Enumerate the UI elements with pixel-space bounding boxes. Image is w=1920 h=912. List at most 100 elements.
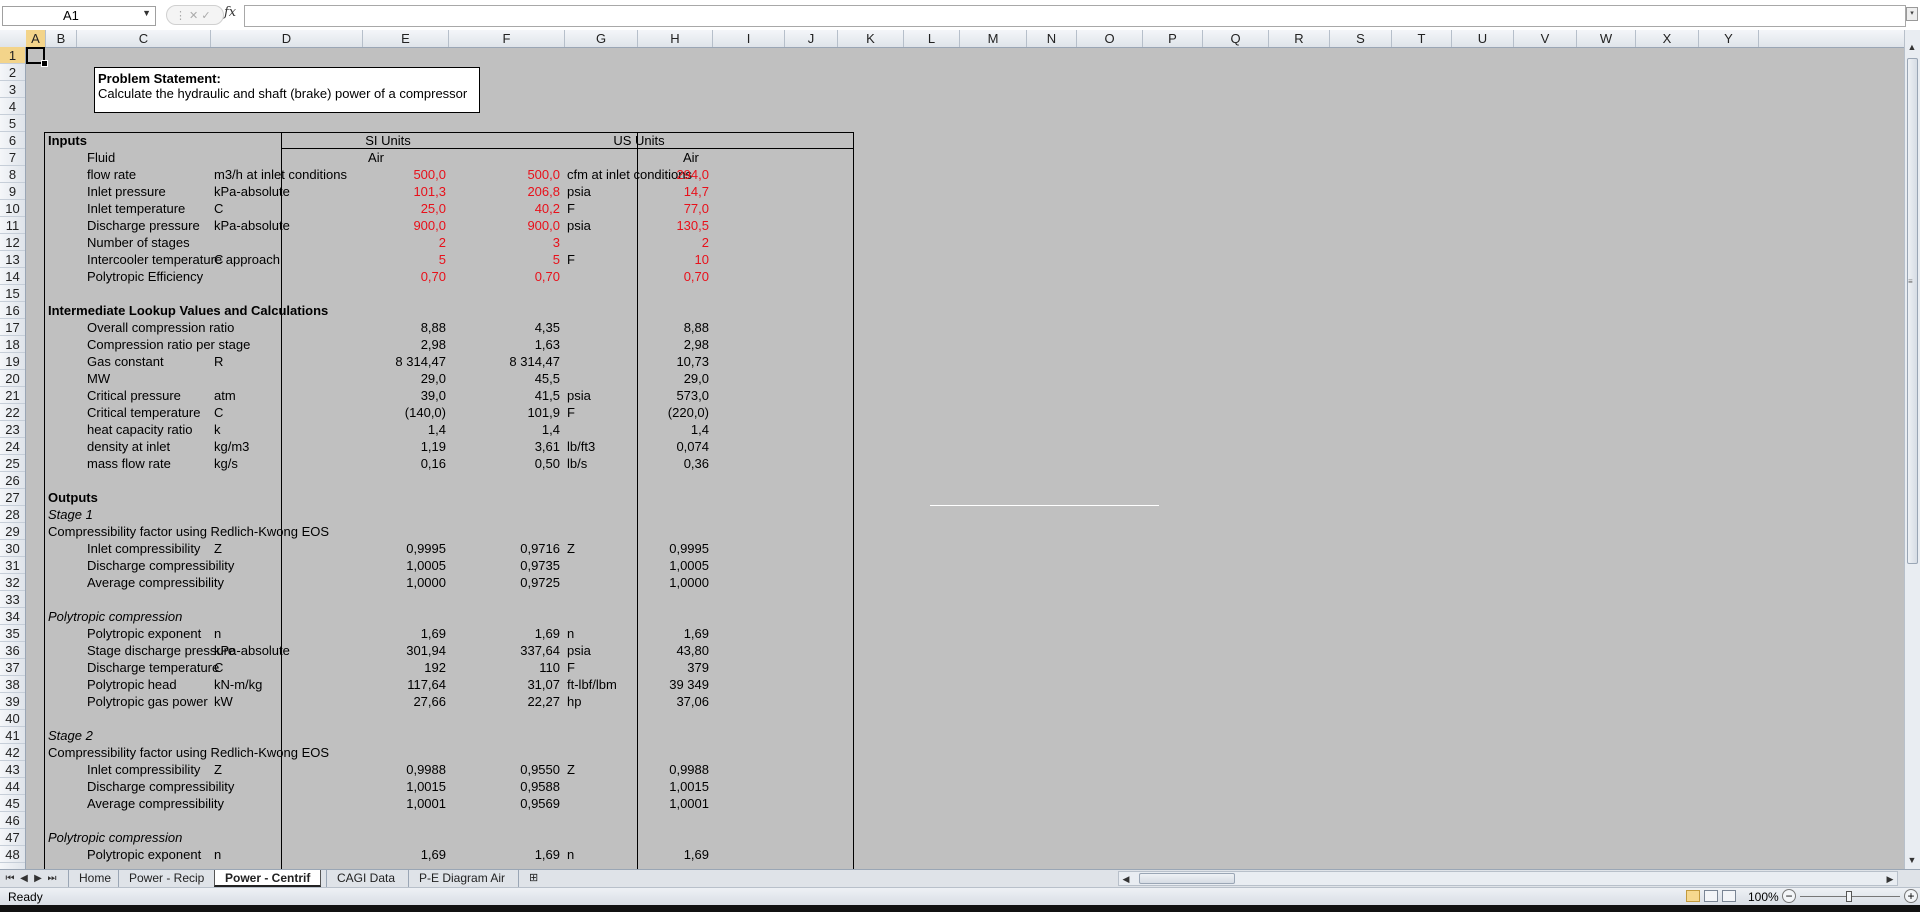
row-header-48[interactable]: 48 [0,846,25,863]
row-header-28[interactable]: 28 [0,506,25,523]
fx-icon[interactable]: fx [224,5,236,20]
row-header-41[interactable]: 41 [0,727,25,744]
normal-view-icon[interactable] [1686,890,1700,902]
prev-sheet-icon[interactable]: ◀ [18,871,30,887]
column-header-d[interactable]: D [211,30,363,47]
row-header-36[interactable]: 36 [0,642,25,659]
zoom-in-icon[interactable]: + [1904,889,1918,903]
row-header-24[interactable]: 24 [0,438,25,455]
row-header-5[interactable]: 5 [0,115,25,132]
row-header-43[interactable]: 43 [0,761,25,778]
formula-input[interactable] [244,5,1906,27]
scroll-up-icon[interactable]: ▲ [1905,40,1919,54]
column-header-x[interactable]: X [1636,30,1699,47]
column-header-i[interactable]: I [713,30,785,47]
row-header-12[interactable]: 12 [0,234,25,251]
row-header-44[interactable]: 44 [0,778,25,795]
column-header-l[interactable]: L [904,30,960,47]
row-header-7[interactable]: 7 [0,149,25,166]
row-header-3[interactable]: 3 [0,81,25,98]
row-header-13[interactable]: 13 [0,251,25,268]
sheet-tab-power-centrif[interactable]: Power - Centrif [214,870,322,887]
row-header-40[interactable]: 40 [0,710,25,727]
column-header-y[interactable]: Y [1699,30,1759,47]
next-sheet-icon[interactable]: ▶ [32,871,44,887]
column-header-o[interactable]: O [1077,30,1143,47]
horizontal-scroll-thumb[interactable] [1139,873,1235,884]
row-header-6[interactable]: 6 [0,132,25,149]
formula-bar-controls[interactable]: ⋮ ✕ ✓ [166,5,224,25]
name-box[interactable]: A1 ▼ [2,6,156,26]
column-header-q[interactable]: Q [1203,30,1269,47]
column-header-c[interactable]: C [77,30,211,47]
expand-formula-bar-icon[interactable]: ▾ [1906,7,1918,21]
sheet-tab-home[interactable]: Home [68,870,121,887]
row-header-4[interactable]: 4 [0,98,25,115]
row-header-33[interactable]: 33 [0,591,25,608]
chevron-down-icon[interactable]: ▼ [142,8,151,18]
fill-handle[interactable] [41,60,48,67]
column-header-a[interactable]: A [26,30,46,47]
column-header-j[interactable]: J [785,30,838,47]
row-header-45[interactable]: 45 [0,795,25,812]
row-header-30[interactable]: 30 [0,540,25,557]
row-header-17[interactable]: 17 [0,319,25,336]
problem-statement-textbox[interactable]: Problem Statement: Calculate the hydraul… [94,67,480,113]
column-header-p[interactable]: P [1143,30,1203,47]
column-header-r[interactable]: R [1269,30,1330,47]
column-header-v[interactable]: V [1514,30,1577,47]
row-header-9[interactable]: 9 [0,183,25,200]
column-header-e[interactable]: E [363,30,449,47]
row-header-21[interactable]: 21 [0,387,25,404]
row-header-42[interactable]: 42 [0,744,25,761]
worksheet-grid[interactable]: Problem Statement: Calculate the hydraul… [26,47,1904,869]
row-header-29[interactable]: 29 [0,523,25,540]
new-sheet-icon[interactable]: ⊞ [518,870,548,887]
row-header-20[interactable]: 20 [0,370,25,387]
column-header-u[interactable]: U [1452,30,1514,47]
scroll-right-icon[interactable]: ▶ [1883,872,1897,886]
column-header-t[interactable]: T [1392,30,1452,47]
row-header-37[interactable]: 37 [0,659,25,676]
sheet-tab-cagi-data[interactable]: CAGI Data [326,870,405,887]
row-header-32[interactable]: 32 [0,574,25,591]
row-header-34[interactable]: 34 [0,608,25,625]
column-header-m[interactable]: M [960,30,1027,47]
row-header-14[interactable]: 14 [0,268,25,285]
scroll-left-icon[interactable]: ◀ [1119,872,1133,886]
last-sheet-icon[interactable]: ⏭ [46,871,58,887]
column-header-s[interactable]: S [1330,30,1392,47]
scroll-down-icon[interactable]: ▼ [1905,853,1919,867]
sheet-tab-power-recip[interactable]: Power - Recip [118,870,214,887]
column-header-h[interactable]: H [638,30,713,47]
zoom-out-icon[interactable]: − [1782,889,1796,903]
row-header-1[interactable]: 1 [0,47,25,64]
row-header-8[interactable]: 8 [0,166,25,183]
row-header-11[interactable]: 11 [0,217,25,234]
vertical-scroll-thumb[interactable] [1907,58,1918,564]
first-sheet-icon[interactable]: ⏮ [4,871,16,887]
row-header-16[interactable]: 16 [0,302,25,319]
row-header-15[interactable]: 15 [0,285,25,302]
row-header-31[interactable]: 31 [0,557,25,574]
column-header-g[interactable]: G [565,30,638,47]
column-header-f[interactable]: F [449,30,565,47]
zoom-slider-knob[interactable] [1846,891,1852,902]
row-header-23[interactable]: 23 [0,421,25,438]
vertical-scrollbar[interactable]: ▲ ≡ ▼ [1904,30,1920,869]
column-header-k[interactable]: K [838,30,904,47]
column-header-b[interactable]: B [46,30,77,47]
zoom-level[interactable]: 100% [1748,889,1779,905]
row-header-19[interactable]: 19 [0,353,25,370]
row-header-18[interactable]: 18 [0,336,25,353]
row-header-39[interactable]: 39 [0,693,25,710]
row-header-10[interactable]: 10 [0,200,25,217]
page-layout-icon[interactable] [1704,890,1718,902]
row-header-26[interactable]: 26 [0,472,25,489]
column-header-w[interactable]: W [1577,30,1636,47]
column-header-n[interactable]: N [1027,30,1077,47]
page-break-icon[interactable] [1722,890,1736,902]
row-header-27[interactable]: 27 [0,489,25,506]
row-header-2[interactable]: 2 [0,64,25,81]
horizontal-scrollbar[interactable]: ◀ ▶ [1118,871,1898,886]
